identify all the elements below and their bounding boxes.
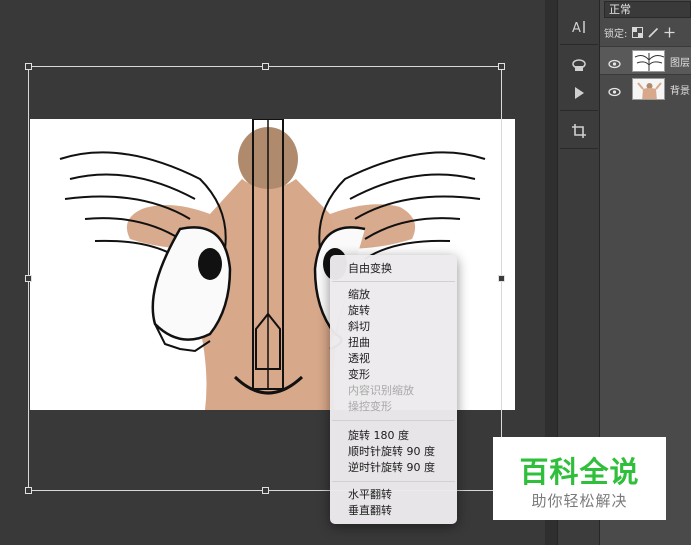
layer-name: 图层 1 xyxy=(670,58,691,69)
layer-name: 背景 xyxy=(670,86,690,97)
lock-image-pixels-icon[interactable] xyxy=(648,27,659,38)
menu-item-rotate-90-ccw[interactable]: 逆时针旋转 90 度 xyxy=(348,461,435,475)
menu-separator xyxy=(332,481,455,482)
menu-item-rotate-180[interactable]: 旋转 180 度 xyxy=(348,429,409,443)
lock-position-icon[interactable] xyxy=(664,27,675,38)
menu-item-rotate-90-cw[interactable]: 顺时针旋转 90 度 xyxy=(348,445,435,459)
menu-separator xyxy=(332,281,455,282)
menu-item-flip-vertical[interactable]: 垂直翻转 xyxy=(348,504,392,518)
canvas-workspace[interactable] xyxy=(0,0,545,545)
3d-material-icon[interactable] xyxy=(564,50,594,80)
watermark-subtitle: 助你轻松解决 xyxy=(531,492,628,510)
character-tool-icon[interactable]: A xyxy=(564,12,594,42)
transform-handle-top-right[interactable] xyxy=(498,63,505,70)
transform-handle-bottom-left[interactable] xyxy=(25,487,32,494)
svg-text:A: A xyxy=(572,21,581,35)
menu-item-flip-horizontal[interactable]: 水平翻转 xyxy=(348,488,392,502)
menu-item-perspective[interactable]: 透视 xyxy=(348,352,370,366)
lock-label: 锁定: xyxy=(604,28,628,40)
layer-thumbnail xyxy=(632,50,665,72)
menu-item-content-aware-scale: 内容识别缩放 xyxy=(348,384,414,397)
watermark-logo: 百科全说 助你轻松解决 xyxy=(493,437,666,520)
visibility-eye-icon[interactable] xyxy=(608,55,621,69)
menu-item-free-transform[interactable]: 自由变换 xyxy=(348,262,392,276)
transform-context-menu: 自由变换 缩放 旋转 斜切 扭曲 透视 变形 内容识别缩放 操控变形 旋转 18… xyxy=(330,255,457,524)
layer-thumbnail xyxy=(632,78,665,100)
lock-transparent-pixels-icon[interactable] xyxy=(632,26,644,38)
blend-mode-select[interactable]: 正常 xyxy=(604,1,691,18)
watermark-title: 百科全说 xyxy=(519,455,640,489)
transform-handle-top-center[interactable] xyxy=(262,63,269,70)
menu-item-scale[interactable]: 缩放 xyxy=(348,288,370,302)
crop-tool-icon[interactable] xyxy=(564,116,594,146)
layer-row-background[interactable]: 背景 xyxy=(600,74,691,102)
menu-item-skew[interactable]: 斜切 xyxy=(348,320,370,334)
transform-handle-bottom-center[interactable] xyxy=(262,487,269,494)
menu-separator xyxy=(332,420,455,421)
menu-item-puppet-warp: 操控变形 xyxy=(348,400,392,413)
transform-handle-top-left[interactable] xyxy=(25,63,32,70)
menu-item-distort[interactable]: 扭曲 xyxy=(348,336,370,350)
play-action-icon[interactable] xyxy=(564,78,594,108)
menu-item-warp[interactable]: 变形 xyxy=(348,368,370,382)
layer-row-layer1[interactable]: 图层 1 xyxy=(600,46,691,74)
menu-item-rotate[interactable]: 旋转 xyxy=(348,304,370,318)
visibility-eye-icon[interactable] xyxy=(608,83,621,97)
lock-row: 锁定: xyxy=(604,24,691,40)
